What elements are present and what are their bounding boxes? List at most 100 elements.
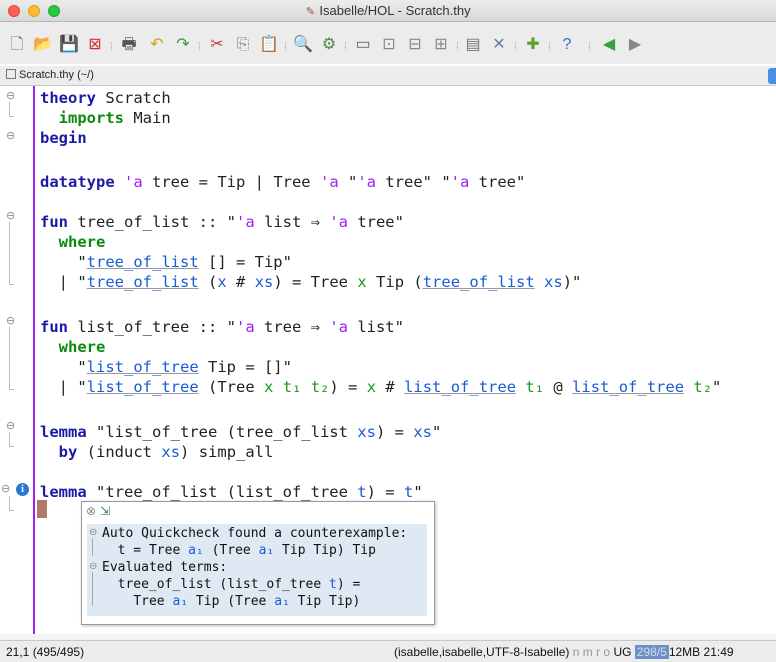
- popup-close-icon[interactable]: ⊗: [86, 504, 96, 518]
- back-icon[interactable]: ◀: [598, 34, 620, 56]
- unsplit-icon[interactable]: ⊞: [430, 34, 452, 56]
- fold-line: [9, 222, 10, 284]
- popup-text: Tip Tip) Tip: [274, 543, 376, 558]
- caret-position[interactable]: 21,1 (495/495): [6, 645, 84, 659]
- help-icon[interactable]: ?: [556, 34, 578, 56]
- code-line-1: theory Scratch: [40, 88, 171, 108]
- code-text: list_of_tree :: ": [68, 318, 236, 336]
- code-line-5: datatype 'a tree = Tip | Tree 'a "'a tre…: [40, 172, 525, 192]
- free-var: list_of_tree: [86, 358, 199, 376]
- info-icon[interactable]: i: [16, 483, 29, 496]
- undo-icon[interactable]: ↶: [146, 34, 168, 56]
- free-var: a₁: [258, 543, 275, 558]
- redo-icon[interactable]: ↷: [172, 34, 194, 56]
- code-line-10: | "tree_of_list (x # xs) = Tree x Tip (t…: [40, 272, 582, 292]
- code-text: ": [431, 423, 442, 441]
- split-vertical-icon[interactable]: ⊟: [404, 34, 426, 56]
- fold-toggle-icon[interactable]: ⊖: [89, 561, 97, 572]
- code-text: tree = Tip | Tree: [142, 173, 320, 191]
- code-text: #: [226, 273, 255, 291]
- tab-scratch-thy[interactable]: Scratch.thy (~/): [6, 69, 94, 81]
- fold-toggle-icon[interactable]: ⊖: [6, 89, 16, 102]
- window-title: ✎ Isabelle/HOL - Scratch.thy: [0, 3, 776, 18]
- popup-counterexample: t = Tree a₁ (Tree a₁ Tip Tip) Tip: [102, 542, 376, 559]
- buffer-mode[interactable]: (isabelle,isabelle,UTF-8-Isabelle): [394, 645, 569, 659]
- split-horizontal-icon[interactable]: ⊡: [378, 34, 400, 56]
- global-options-icon[interactable]: ✕: [488, 34, 510, 56]
- code-text: |: [58, 378, 78, 396]
- document-icon: ✎: [305, 6, 315, 18]
- print-icon[interactable]: 🖶: [118, 34, 140, 56]
- code-text: ": [77, 358, 87, 376]
- window-title-text: Isabelle/HOL - Scratch.thy: [319, 3, 471, 18]
- plugin-manager-icon[interactable]: ✚: [522, 34, 544, 56]
- bound-var: t₁: [525, 378, 545, 396]
- code-line-14: "list_of_tree Tip = []": [40, 357, 292, 377]
- tab-close-icon[interactable]: [6, 69, 16, 79]
- popup-detach-icon[interactable]: ⇲: [100, 504, 110, 518]
- open-file-icon[interactable]: 📂: [32, 34, 54, 56]
- toolbar-separator: ⁞: [456, 42, 459, 53]
- free-var: x: [217, 273, 227, 291]
- tab-bar: Scratch.thy (~/): [0, 66, 776, 86]
- close-file-icon[interactable]: ⊠: [84, 34, 106, 56]
- memory-usage[interactable]: 298/5: [634, 645, 669, 659]
- free-var: xs: [254, 273, 274, 291]
- code-text: [] = Tip": [198, 253, 292, 271]
- popup-evaluated: tree_of_list (list_of_tree t) =: [102, 576, 361, 593]
- edit-flags[interactable]: n m r o: [573, 645, 610, 659]
- status-right: (isabelle,isabelle,UTF-8-Isabelle) n m r…: [394, 645, 734, 659]
- code-text: ": [77, 273, 87, 291]
- save-file-icon[interactable]: 💾: [58, 34, 80, 56]
- keyword-lemma: lemma: [40, 483, 87, 501]
- code-text: ": [338, 173, 358, 191]
- new-file-icon[interactable]: 🗋: [6, 34, 28, 56]
- code-text: ) =: [366, 483, 404, 501]
- code-text: (: [77, 443, 97, 461]
- code-text: ) simp_all: [180, 443, 274, 461]
- code-text: #: [376, 378, 405, 396]
- code-text: Scratch: [96, 89, 171, 107]
- keyword-begin: begin: [40, 129, 87, 147]
- fold-toggle-icon[interactable]: ⊖: [6, 419, 16, 432]
- fold-toggle-icon[interactable]: ⊖: [89, 527, 97, 538]
- fold-line: [9, 510, 14, 511]
- toolbar: 🗋 📂 💾 ⊠ 🖶 ↶ ↷ ✂ ⎘ 📋 🔍 ⚙ ▭ ⊡ ⊟ ⊞ ▤ ✕ ✚? ◀ ▶ ⁞ ⁞ ⁞ ⁞ ⁞ ⁞ ⁞ ⁞: [0, 22, 776, 64]
- code-line-3: begin: [40, 128, 87, 148]
- free-var: list_of_tree: [86, 378, 199, 396]
- tab-scroll-button[interactable]: [768, 68, 776, 84]
- popup-text: tree_of_list (list_of_tree: [117, 577, 329, 592]
- fold-toggle-icon[interactable]: ⊖: [1, 482, 11, 495]
- code-line-15: | "list_of_tree (Tree x t₁ t₂) = x # lis…: [40, 377, 722, 397]
- find-replace-icon[interactable]: ⚙: [318, 34, 340, 56]
- tab-label: Scratch.thy (~/): [19, 69, 94, 81]
- code-text: ) =: [375, 423, 414, 441]
- code-text: "tree_of_list (list_of_tree: [86, 483, 358, 501]
- encoding-flags[interactable]: UG: [613, 645, 631, 659]
- code-line-13: where: [40, 337, 106, 357]
- copy-icon[interactable]: ⎘: [232, 34, 254, 56]
- code-text: tree ⇒: [254, 318, 330, 336]
- fold-toggle-icon[interactable]: ⊖: [6, 209, 16, 222]
- title-bar: ✎ Isabelle/HOL - Scratch.thy: [0, 0, 776, 22]
- keyword-datatype: datatype: [40, 173, 115, 191]
- new-view-icon[interactable]: ▭: [352, 34, 374, 56]
- fold-line: [9, 496, 10, 510]
- fold-toggle-icon[interactable]: ⊖: [6, 129, 16, 142]
- fold-line: [92, 538, 93, 556]
- paste-icon[interactable]: 📋: [258, 34, 280, 56]
- find-icon[interactable]: 🔍: [292, 34, 314, 56]
- free-var: a₁: [188, 543, 204, 558]
- buffer-options-icon[interactable]: ▤: [462, 34, 484, 56]
- forward-icon[interactable]: ▶: [624, 34, 646, 56]
- keyword-fun: fun: [40, 318, 68, 336]
- free-var: tree_of_list: [86, 253, 199, 271]
- fold-line: [9, 284, 14, 285]
- fold-line: [9, 116, 14, 117]
- fold-toggle-icon[interactable]: ⊖: [6, 314, 16, 327]
- free-var: xs: [161, 443, 181, 461]
- type-var: 'a: [329, 318, 348, 336]
- free-var: a₁: [172, 594, 189, 609]
- cut-icon[interactable]: ✂: [206, 34, 228, 56]
